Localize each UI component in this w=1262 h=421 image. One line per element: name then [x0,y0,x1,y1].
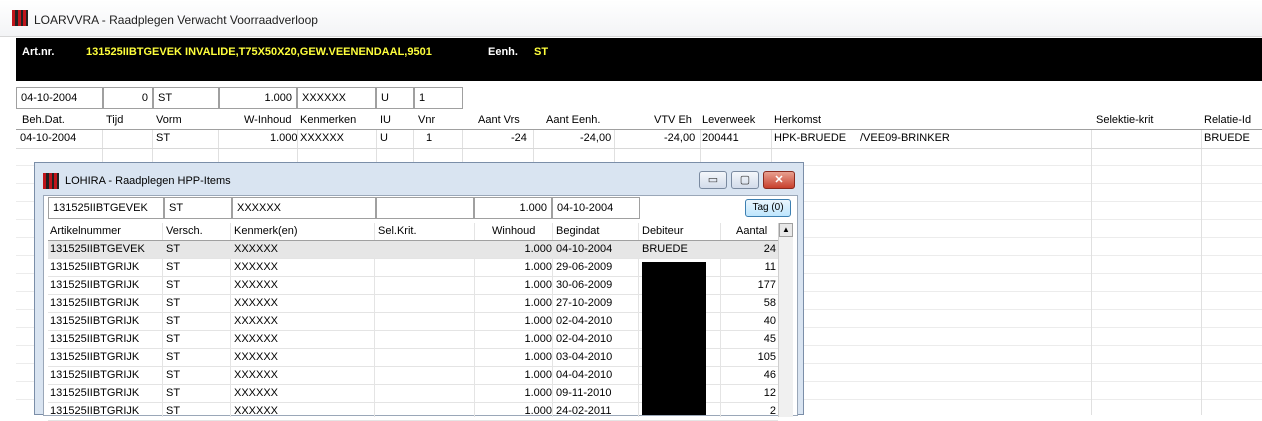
col-winhoud[interactable]: W-Inhoud [244,114,292,126]
col-aantvrs[interactable]: Aant Vrs [478,114,520,126]
info-winhoud: 1.000 [219,87,297,109]
vertical-scrollbar[interactable]: ▲ [778,223,793,417]
info-time: 0 [103,87,153,109]
col-aantal[interactable]: Aantal [736,225,767,237]
col-versch[interactable]: Versch. [166,225,203,237]
col-vtveh[interactable]: VTV Eh [654,114,692,126]
redaction-block [642,262,706,415]
info-vnr: 1 [414,87,463,109]
col-aanteenh[interactable]: Aant Eenh. [546,114,600,126]
col-iu[interactable]: IU [380,114,391,126]
col-selektie[interactable]: Selektie-krit [1096,114,1153,126]
child-info-versch: ST [164,197,232,219]
article-header: Art.nr. 131525IIBTGEVEK INVALIDE,T75X50X… [16,38,1262,81]
col-tijd[interactable]: Tijd [106,114,123,126]
art-label: Art.nr. [22,46,55,58]
info-vorm: ST [153,87,219,109]
tag-button[interactable]: Tag (0) [745,199,791,217]
info-kenmerken: XXXXXX [297,87,376,109]
child-info-artikel: 131525IIBTGEVEK [48,197,164,219]
list-item[interactable]: 131525IIBTGEVEK ST XXXXXX 1.000 04-10-2004 BR… [48,241,778,259]
restore-button[interactable]: ▢ [731,171,759,189]
child-info-selkrit [376,197,474,219]
grid-header: Beh.Dat. Tijd Vorm W-Inhoud Kenmerken IU… [16,113,1262,130]
close-button[interactable]: ✕ [763,171,795,189]
info-iu: U [376,87,414,109]
eenh-label: Eenh. [488,46,518,58]
col-winhoud-child[interactable]: Winhoud [492,225,535,237]
scroll-up-arrow-icon[interactable]: ▲ [779,223,793,237]
col-behdat[interactable]: Beh.Dat. [22,114,65,126]
col-begindat[interactable]: Begindat [556,225,599,237]
window-title: LOARVVRA - Raadplegen Verwacht Voorraadv… [34,13,318,27]
child-info-kenmerk: XXXXXX [232,197,376,219]
eenh-value: ST [534,46,549,58]
window-titlebar: LOARVVRA - Raadplegen Verwacht Voorraadv… [0,0,1262,37]
col-relatie[interactable]: Relatie-Id [1204,114,1251,126]
col-selkrit[interactable]: Sel.Krit. [378,225,417,237]
child-info-winhoud: 1.000 [474,197,552,219]
child-app-icon [43,173,59,189]
col-herkomst[interactable]: Herkomst [774,114,821,126]
col-kenmerken-child[interactable]: Kenmerk(en) [234,225,298,237]
col-vnr[interactable]: Vnr [418,114,435,126]
col-vorm[interactable]: Vorm [156,114,182,126]
table-row[interactable]: 04-10-2004 ST 1.000 XXXXXX U 1 -24 -24,0… [16,131,1262,149]
col-kenmerken[interactable]: Kenmerken [300,114,356,126]
app-icon [12,10,28,26]
info-date: 04-10-2004 [16,87,103,109]
child-window-title: LOHIRA - Raadplegen HPP-Items [65,175,231,187]
col-debiteur[interactable]: Debiteur [642,225,684,237]
child-grid-header: Artikelnummer Versch. Kenmerk(en) Sel.Kr… [48,223,778,241]
col-leverweek[interactable]: Leverweek [702,114,755,126]
art-value: 131525IIBTGEVEK INVALIDE,T75X50X20,GEW.V… [86,46,432,58]
child-info-date: 04-10-2004 [552,197,640,219]
minimize-button[interactable]: ▭ [699,171,727,189]
col-artikelnummer[interactable]: Artikelnummer [50,225,121,237]
